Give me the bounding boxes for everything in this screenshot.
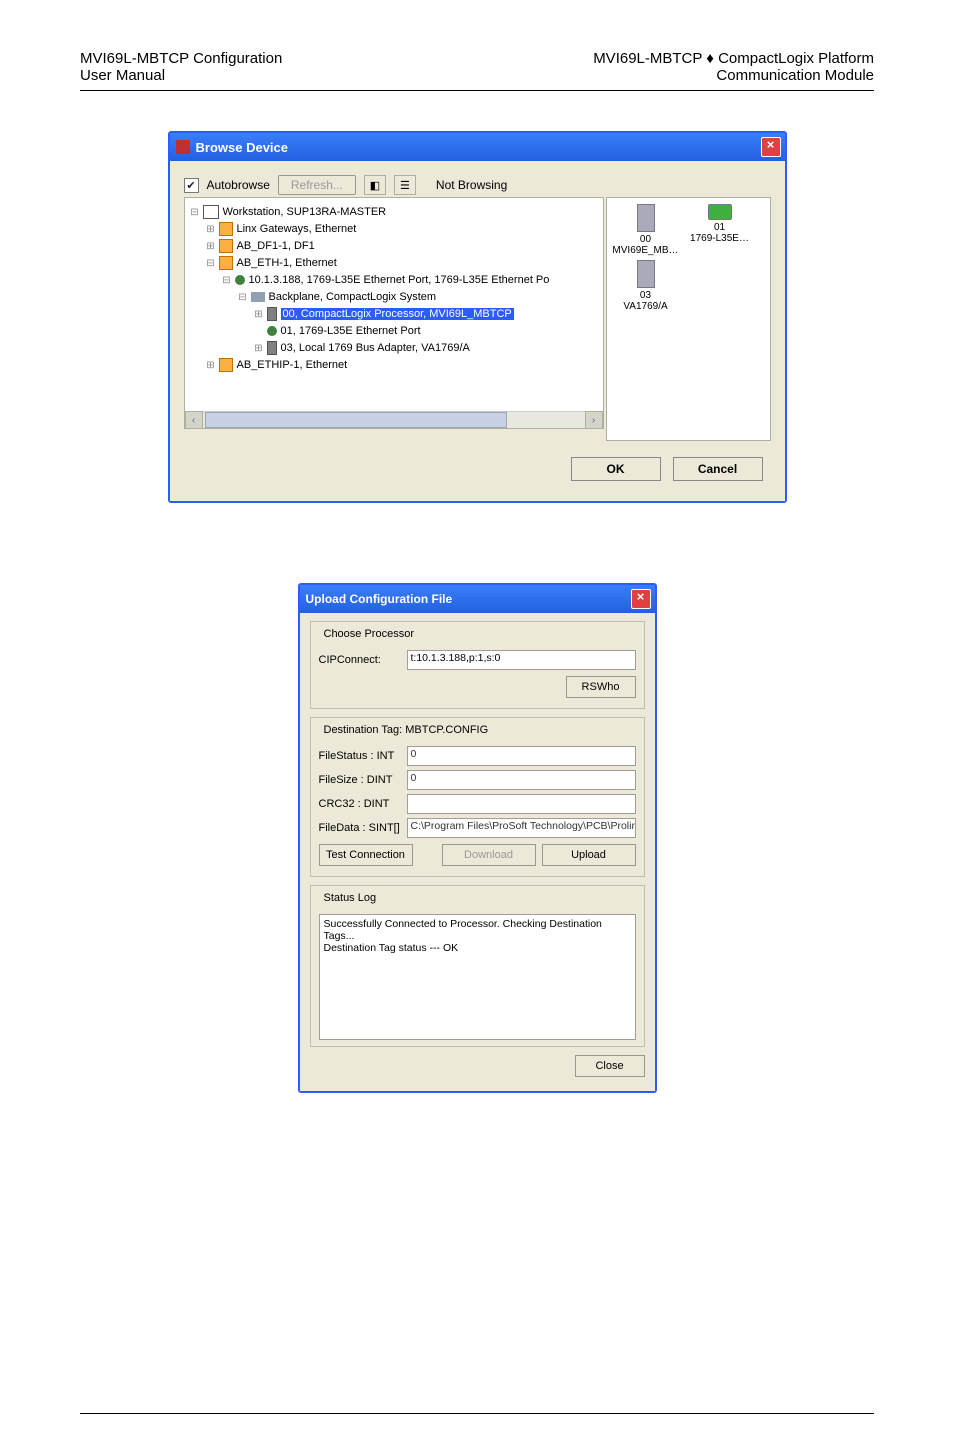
tree-node[interactable]: Linx Gateways, Ethernet bbox=[237, 223, 357, 235]
tree-node[interactable]: AB_DF1-1, DF1 bbox=[237, 240, 315, 252]
list-item[interactable]: 011769-L35E… bbox=[685, 204, 755, 256]
tree-node[interactable]: 03, Local 1769 Bus Adapter, VA1769/A bbox=[281, 342, 470, 354]
destination-legend: Destination Tag: MBTCP.CONFIG bbox=[321, 724, 492, 736]
crc32-value bbox=[407, 794, 636, 814]
test-connection-button[interactable]: Test Connection bbox=[319, 844, 413, 866]
network-icon bbox=[219, 256, 233, 270]
header-right-1: MVI69L-MBTCP ♦ CompactLogix Platform bbox=[593, 50, 874, 67]
dialog-icon bbox=[176, 140, 190, 154]
tree-node[interactable]: Workstation, SUP13RA-MASTER bbox=[223, 206, 387, 218]
footer-rule bbox=[80, 1413, 874, 1414]
list-item[interactable]: 00MVI69E_MB… bbox=[611, 204, 681, 256]
upload-button[interactable]: Upload bbox=[542, 844, 636, 866]
cipconnect-field[interactable]: t:10.1.3.188,p:1,s:0 bbox=[407, 650, 636, 670]
page-header: MVI69L-MBTCP Configuration User Manual M… bbox=[80, 50, 874, 91]
cancel-button[interactable]: Cancel bbox=[673, 457, 763, 481]
view-list-icon[interactable]: ☰ bbox=[394, 175, 416, 195]
rswho-button[interactable]: RSWho bbox=[566, 676, 636, 698]
refresh-button: Refresh... bbox=[278, 175, 356, 195]
tree-node[interactable]: Backplane, CompactLogix System bbox=[269, 291, 437, 303]
browse-status: Not Browsing bbox=[436, 178, 507, 192]
destination-tag-group: Destination Tag: MBTCP.CONFIG FileStatus… bbox=[310, 717, 645, 877]
close-icon[interactable]: × bbox=[631, 589, 651, 609]
workstation-icon bbox=[203, 205, 219, 219]
tree-node[interactable]: AB_ETH-1, Ethernet bbox=[237, 257, 337, 269]
status-log-group: Status Log Successfully Connected to Pro… bbox=[310, 885, 645, 1047]
upload-titlebar[interactable]: Upload Configuration File × bbox=[300, 585, 655, 613]
module-icon bbox=[267, 307, 277, 321]
close-button[interactable]: Close bbox=[575, 1055, 645, 1077]
list-item[interactable]: 03VA1769/A bbox=[611, 260, 681, 312]
scroll-left-icon[interactable]: ‹ bbox=[185, 411, 203, 429]
autobrowse-checkbox[interactable]: ✔ bbox=[184, 178, 199, 193]
backplane-icon bbox=[251, 292, 265, 302]
upload-dialog: Upload Configuration File × Choose Proce… bbox=[298, 583, 657, 1093]
filedata-value: C:\Program Files\ProSoft Technology\PCB\… bbox=[407, 818, 636, 838]
autobrowse-label: Autobrowse bbox=[207, 178, 270, 192]
cipconnect-label: CIPConnect: bbox=[319, 654, 407, 666]
tree-node[interactable]: 10.1.3.188, 1769-L35E Ethernet Port, 176… bbox=[249, 274, 550, 286]
close-icon[interactable]: × bbox=[761, 137, 781, 157]
choose-processor-group: Choose Processor CIPConnect: t:10.1.3.18… bbox=[310, 621, 645, 709]
upload-title: Upload Configuration File bbox=[306, 592, 453, 606]
module-icon bbox=[267, 341, 277, 355]
module-icon bbox=[637, 260, 655, 288]
header-right-2: Communication Module bbox=[593, 67, 874, 84]
tree-node[interactable]: AB_ETHIP-1, Ethernet bbox=[237, 359, 348, 371]
status-log-legend: Status Log bbox=[321, 892, 380, 904]
choose-processor-legend: Choose Processor bbox=[321, 628, 418, 640]
log-line: Successfully Connected to Processor. Che… bbox=[324, 918, 631, 942]
filesize-label: FileSize : DINT bbox=[319, 774, 407, 786]
header-left-1: MVI69L-MBTCP Configuration bbox=[80, 50, 282, 67]
download-button: Download bbox=[442, 844, 536, 866]
status-log-box: Successfully Connected to Processor. Che… bbox=[319, 914, 636, 1040]
filestatus-label: FileStatus : INT bbox=[319, 750, 407, 762]
browse-dialog: Browse Device × ✔ Autobrowse Refresh... … bbox=[168, 131, 787, 503]
scroll-right-icon[interactable]: › bbox=[585, 411, 603, 429]
filestatus-value: 0 bbox=[407, 746, 636, 766]
tree-node-selected[interactable]: 00, CompactLogix Processor, MVI69L_MBTCP bbox=[281, 308, 514, 320]
view-large-icon[interactable]: ◧ bbox=[364, 175, 386, 195]
device-tree[interactable]: ⊟Workstation, SUP13RA-MASTER ⊞Linx Gatew… bbox=[184, 197, 604, 429]
tree-node[interactable]: 01, 1769-L35E Ethernet Port bbox=[281, 325, 421, 337]
header-left-2: User Manual bbox=[80, 67, 282, 84]
scroll-thumb[interactable] bbox=[205, 412, 507, 428]
network-icon bbox=[219, 358, 233, 372]
network-icon bbox=[219, 222, 233, 236]
log-line: Destination Tag status --- OK bbox=[324, 942, 631, 954]
module-icon bbox=[708, 204, 732, 220]
port-icon bbox=[267, 326, 277, 336]
browse-title: Browse Device bbox=[196, 140, 289, 155]
crc32-label: CRC32 : DINT bbox=[319, 798, 407, 810]
module-icon bbox=[637, 204, 655, 232]
network-icon bbox=[219, 239, 233, 253]
filesize-value: 0 bbox=[407, 770, 636, 790]
horizontal-scrollbar[interactable]: ‹ › bbox=[185, 411, 603, 428]
ok-button[interactable]: OK bbox=[571, 457, 661, 481]
port-icon bbox=[235, 275, 245, 285]
filedata-label: FileData : SINT[] bbox=[319, 822, 407, 834]
module-list-panel: 00MVI69E_MB… 011769-L35E… 03VA1769/A bbox=[606, 197, 771, 441]
browse-titlebar[interactable]: Browse Device × bbox=[170, 133, 785, 161]
